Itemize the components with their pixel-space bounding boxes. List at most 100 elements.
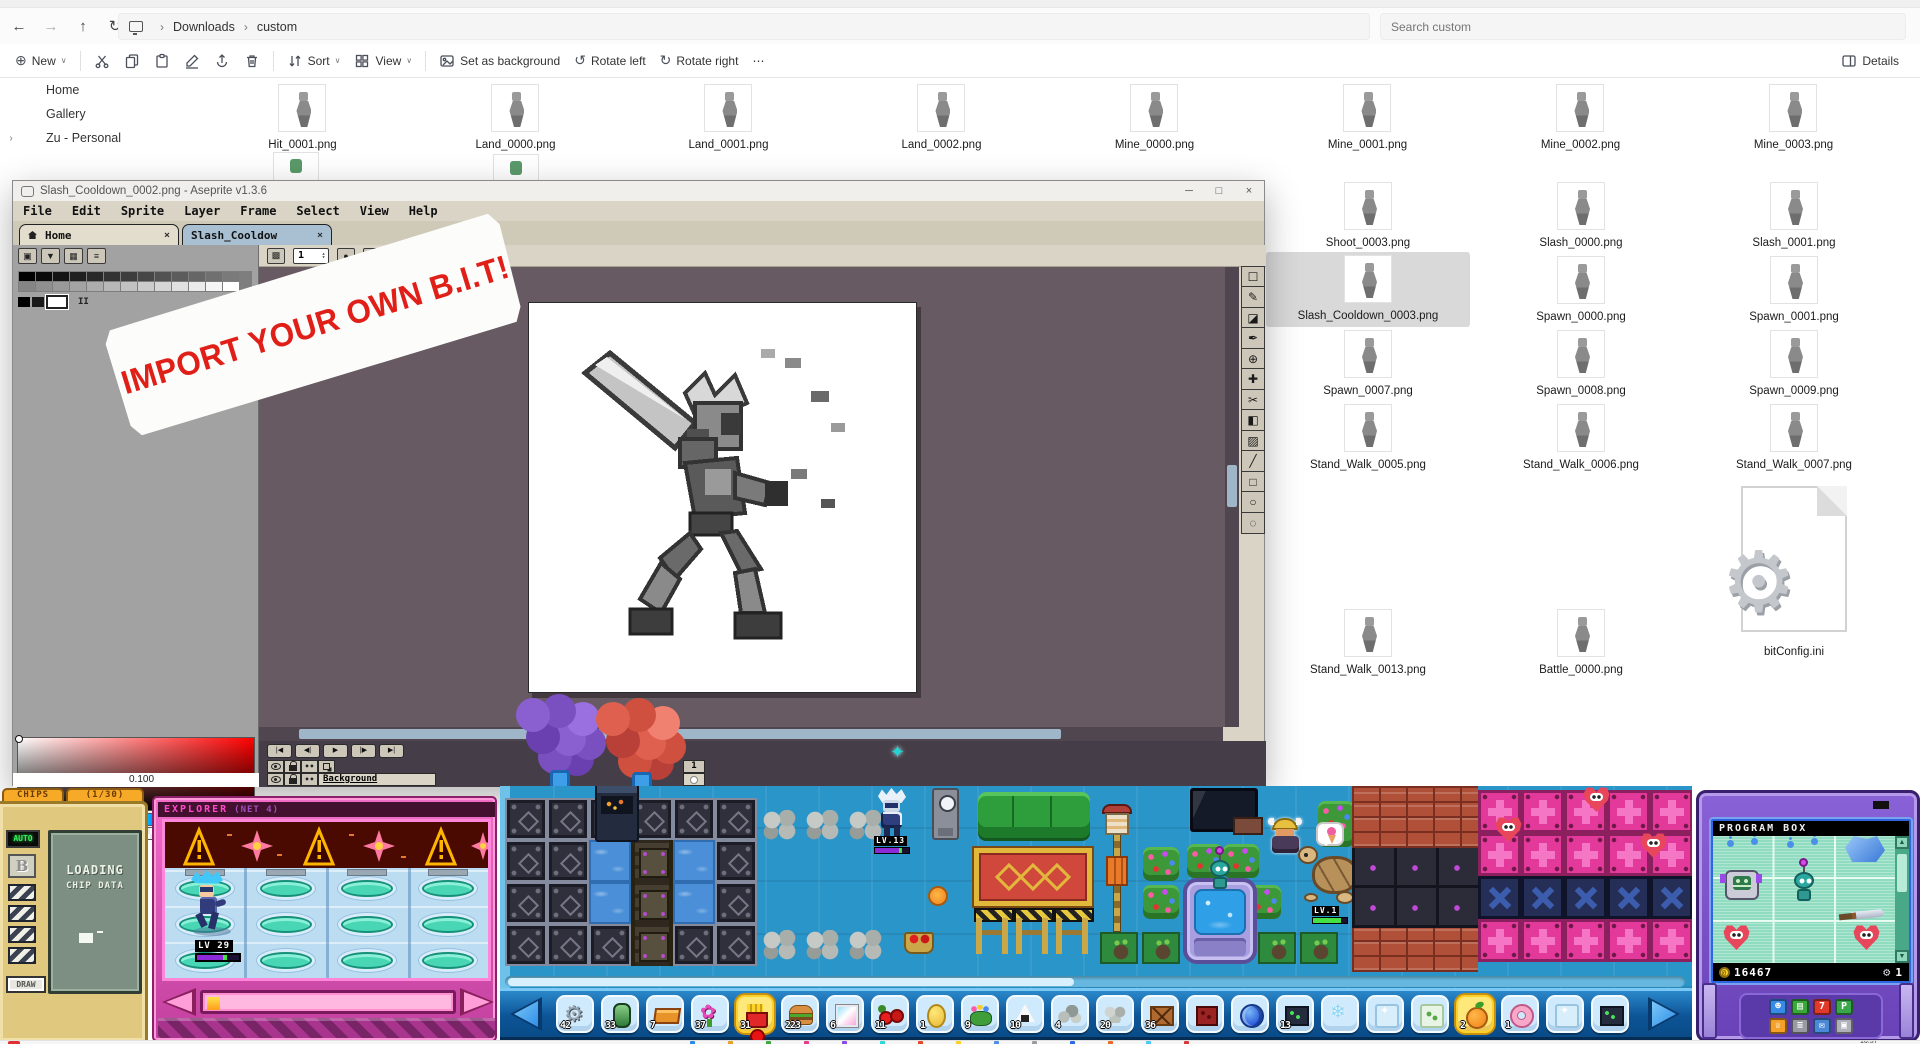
- heart-robot-sprite[interactable]: [1723, 924, 1750, 950]
- forward-button[interactable]: →: [38, 13, 64, 39]
- palette-swatch[interactable]: [36, 272, 52, 281]
- hotbar-right-arrow-button[interactable]: [1648, 997, 1680, 1031]
- scrollbar-thumb[interactable]: [1897, 854, 1907, 892]
- tab-slash-cooldown[interactable]: Slash_Cooldow ×: [182, 224, 332, 245]
- menu-item[interactable]: Select: [296, 204, 339, 218]
- hotbar-slot[interactable]: 2: [1456, 995, 1494, 1033]
- hotbar-slot[interactable]: [1321, 995, 1359, 1033]
- file-item[interactable]: Slash_0000.png: [1479, 179, 1683, 254]
- game-map[interactable]: LV.13: [500, 786, 1692, 988]
- file-item[interactable]: Stand_Walk_0013.png: [1266, 606, 1470, 681]
- color-palette[interactable]: [18, 271, 252, 292]
- menu-item[interactable]: Help: [409, 204, 438, 218]
- hotbar-slot[interactable]: 20: [1096, 995, 1134, 1033]
- tool-rectangle[interactable]: □: [1241, 471, 1265, 493]
- chip-slot[interactable]: [8, 905, 36, 922]
- aseprite-title-bar[interactable]: Slash_Cooldown_0002.png - Aseprite v1.3.…: [13, 181, 1264, 201]
- scrollbar-thumb[interactable]: [508, 978, 1074, 986]
- layer-visibility-header[interactable]: [267, 760, 284, 773]
- hotbar-left-arrow-button[interactable]: [510, 997, 542, 1031]
- chips-tab[interactable]: CHIPS: [2, 788, 64, 802]
- file-item[interactable]: Hit_0001.png: [268, 84, 336, 151]
- hotbar-slot[interactable]: [1366, 995, 1404, 1033]
- new-button[interactable]: ⊕ New ∨: [8, 47, 74, 75]
- layer-lock-header[interactable]: [284, 760, 301, 773]
- hotbar-slot[interactable]: 6: [826, 995, 864, 1033]
- palette-swatch[interactable]: [138, 272, 154, 281]
- chips-counter-tab[interactable]: (1/30): [66, 788, 144, 802]
- scrollbar-thumb[interactable]: [1227, 465, 1237, 507]
- console-button-seven[interactable]: 7: [1813, 999, 1831, 1015]
- menu-item[interactable]: Sprite: [121, 204, 164, 218]
- palette-swatch[interactable]: [104, 272, 120, 281]
- file-item[interactable]: Mine_0001.png: [1328, 84, 1407, 151]
- palette-swatch[interactable]: [121, 272, 137, 281]
- playback-button[interactable]: |◀: [267, 744, 292, 758]
- palette-swatch[interactable]: [18, 297, 30, 307]
- tool-contour[interactable]: ◌: [1241, 512, 1265, 534]
- palette-swatch[interactable]: [36, 282, 52, 291]
- back-button[interactable]: ←: [6, 13, 32, 39]
- view-button[interactable]: View∨: [347, 47, 419, 75]
- palette-swatch[interactable]: [104, 282, 120, 291]
- b-button[interactable]: B: [8, 854, 36, 878]
- file-item[interactable]: Shoot_0003.png: [1266, 179, 1470, 254]
- console-button-mail[interactable]: ✉: [1813, 1018, 1831, 1034]
- file-item[interactable]: Land_0002.png: [902, 84, 982, 151]
- explorer-net-viewport[interactable]: LV 29: [162, 819, 491, 981]
- palette-swatch[interactable]: [223, 282, 239, 291]
- selected-color-swatch[interactable]: [46, 295, 68, 309]
- palette-swatch[interactable]: [70, 272, 86, 281]
- file-item[interactable]: Spawn_0007.png: [1266, 327, 1470, 402]
- tool-gradient[interactable]: ▨: [1241, 430, 1265, 452]
- onion-skin-button[interactable]: [318, 760, 335, 773]
- tool-ellipse[interactable]: ○: [1241, 491, 1265, 513]
- rotate-left-button[interactable]: ↺ Rotate left: [567, 47, 652, 75]
- layer-visibility-toggle[interactable]: [267, 773, 284, 786]
- close-tab-icon[interactable]: ×: [317, 230, 323, 241]
- program-box-scrollbar[interactable]: ▲ ▼: [1895, 836, 1909, 963]
- up-button[interactable]: ↑: [70, 13, 96, 39]
- sort-button[interactable]: Sort∨: [280, 47, 348, 75]
- palette-swatch[interactable]: [19, 282, 35, 291]
- copy-button[interactable]: [117, 47, 147, 75]
- canvas-vertical-scrollbar[interactable]: [1225, 267, 1239, 727]
- palette-swatch[interactable]: [87, 272, 103, 281]
- tool-paint-bucket[interactable]: ◧: [1241, 409, 1265, 431]
- file-item[interactable]: Land_0001.png: [689, 84, 769, 151]
- hotbar-slot[interactable]: 33: [601, 995, 639, 1033]
- tool-eyedropper[interactable]: ✒: [1241, 327, 1265, 349]
- minimize-button[interactable]: ─: [1174, 185, 1204, 197]
- palette-swatch[interactable]: [189, 282, 205, 291]
- search-input[interactable]: [1391, 20, 1895, 34]
- hotbar-slot[interactable]: 223: [781, 995, 819, 1033]
- palette-swatch[interactable]: [155, 272, 171, 281]
- hotbar-slot[interactable]: 36: [1141, 995, 1179, 1033]
- hotbar-slot[interactable]: 31: [736, 995, 774, 1033]
- console-button-parking[interactable]: P: [1835, 999, 1853, 1015]
- player-character[interactable]: [191, 870, 239, 936]
- chip-slot[interactable]: [8, 926, 36, 943]
- delete-button[interactable]: [237, 47, 267, 75]
- chevron-right-icon[interactable]: ›: [6, 133, 16, 144]
- hotbar-slot[interactable]: 13: [1276, 995, 1314, 1033]
- more-options-button[interactable]: ⋯: [745, 47, 771, 75]
- palette-swatch[interactable]: [206, 282, 222, 291]
- hotbar-slot[interactable]: [1591, 995, 1629, 1033]
- console-button-list[interactable]: ≡: [1791, 1018, 1809, 1034]
- windows-taskbar[interactable]: 16:57: [0, 1040, 1920, 1044]
- palette-button-grid[interactable]: ▦: [64, 248, 83, 264]
- menu-item[interactable]: Edit: [72, 204, 101, 218]
- breadcrumb[interactable]: › Downloads › custom: [118, 13, 1370, 40]
- file-item[interactable]: Slash_0001.png: [1692, 179, 1896, 254]
- close-tab-icon[interactable]: ×: [164, 230, 170, 241]
- palette-swatch[interactable]: [189, 272, 205, 281]
- file-item[interactable]: Spawn_0001.png: [1692, 253, 1896, 328]
- layer-options-header[interactable]: ••: [301, 760, 318, 773]
- scroll-up-button[interactable]: ▲: [1895, 836, 1909, 849]
- file-item[interactable]: Spawn_0008.png: [1479, 327, 1683, 402]
- hotbar-slot[interactable]: 1: [1501, 995, 1539, 1033]
- palette-button-menu[interactable]: ≡: [87, 248, 106, 264]
- tool-eraser[interactable]: ◪: [1241, 307, 1265, 329]
- sidebar-item[interactable]: Gallery: [0, 102, 190, 126]
